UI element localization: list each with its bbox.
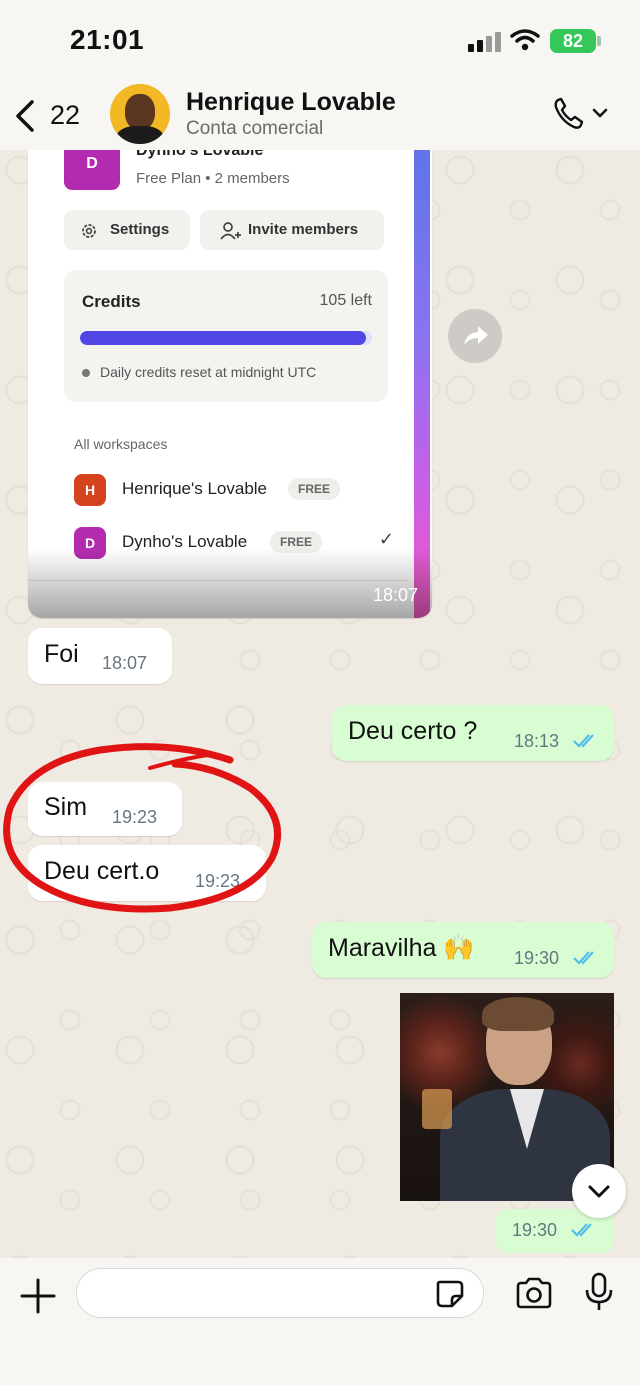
contact-name[interactable]: Henrique Lovable [186,88,396,117]
message-input[interactable] [76,1268,484,1318]
gear-icon [82,224,96,238]
credits-remaining: 105 left [319,292,372,309]
read-receipt-icon [571,1223,592,1237]
forward-button[interactable] [448,309,502,363]
outgoing-message[interactable]: Maravilha 🙌 19:30 [312,922,614,978]
outgoing-message[interactable]: Deu certo ? 18:13 [332,705,614,761]
message-time: 19:23 [112,807,158,827]
workspace-title: Dynho's Lovable [136,150,264,159]
message-time: 19:30 [512,1220,558,1240]
credits-title: Credits [82,292,141,311]
battery-tip [597,36,601,46]
invite-members-button: Invite members [200,210,384,250]
credits-progress-fill [80,331,367,345]
battery-icon: 82 [550,29,596,53]
battery-level: 82 [562,31,584,51]
credits-progress-track [80,331,372,345]
message-text: Sim [44,793,88,821]
scroll-to-bottom-button[interactable] [572,1164,626,1218]
status-bar: 21:01 82 [0,0,640,80]
message-text: Deu cert.o [44,857,160,885]
checkmark-icon: ✓ [378,529,394,549]
workspace-row: H Henrique's Lovable FREE [74,472,394,508]
workspace-row-badge: H [74,474,106,506]
shared-screenshot: D Dynho's Lovable Free Plan • 2 members … [28,150,432,618]
status-time: 21:01 [70,24,145,55]
invite-label: Invite members [248,221,359,238]
chevron-down-icon [588,1185,610,1198]
unread-count[interactable]: 22 [50,100,80,131]
avatar[interactable] [110,84,170,144]
credits-card: Credits 105 left Daily credits reset at … [64,270,388,402]
settings-button: Settings [64,210,190,250]
workspace-badge: D [64,150,120,190]
all-workspaces-label: All workspaces [74,436,168,452]
message-composer [0,1258,640,1385]
avatar-body [116,126,164,144]
chat-header: 22 Henrique Lovable Conta comercial [0,80,640,150]
forward-arrow-icon [464,326,488,345]
workspace-plan: Free Plan • 2 members [136,170,290,187]
incoming-message[interactable]: Sim 19:23 [28,782,182,836]
settings-label: Settings [110,221,170,238]
read-receipt-icon [573,951,594,965]
image-message[interactable]: D Dynho's Lovable Free Plan • 2 members … [28,150,432,618]
message-text: Deu certo ? [348,717,478,745]
message-text: Foi [44,640,79,668]
message-time: 18:13 [514,731,560,751]
contact-subtitle[interactable]: Conta comercial [186,118,323,140]
incoming-message[interactable]: Deu cert.o 19:23 [28,845,266,901]
voice-call-icon[interactable] [552,96,610,132]
avatar-face [125,94,155,130]
back-chevron-icon[interactable] [12,98,42,134]
add-user-icon [220,222,241,240]
message-time: 18:07 [102,653,148,673]
message-time: 19:30 [514,948,560,968]
gif-glass [422,1089,452,1129]
incoming-message[interactable]: Foi 18:07 [28,628,172,684]
free-tag: FREE [288,478,341,500]
attach-plus-icon[interactable] [18,1276,58,1316]
credits-note: Daily credits reset at midnight UTC [100,364,317,380]
read-receipt-icon [573,734,594,748]
gif-figure-hair [482,997,554,1031]
image-shade [28,548,432,618]
bullet-dot [82,369,90,377]
message-time: 19:23 [195,871,241,891]
workspace-row-name: Henrique's Lovable [122,479,268,498]
sticker-icon[interactable] [434,1278,466,1310]
wifi-icon [510,29,540,51]
cellular-signal-icon [468,32,502,52]
microphone-icon[interactable] [584,1272,614,1312]
message-text: Maravilha 🙌 [328,934,475,962]
message-time: 18:07 [372,585,418,605]
camera-icon[interactable] [514,1276,554,1310]
